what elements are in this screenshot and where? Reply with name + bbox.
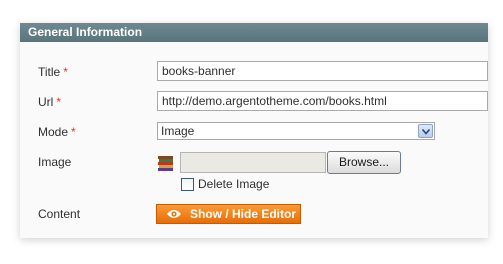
chevron-down-icon[interactable] — [418, 124, 433, 138]
panel-header: General Information — [20, 23, 488, 42]
delete-image-checkbox[interactable] — [181, 178, 194, 191]
mode-label-text: Mode — [38, 125, 69, 139]
mode-selected-value: Image — [161, 124, 195, 138]
title-input[interactable]: books-banner — [157, 61, 488, 81]
general-information-panel: General Information Title * books-banner … — [20, 23, 488, 238]
show-hide-editor-button[interactable]: Show / Hide Editor — [156, 204, 301, 224]
required-mark: * — [56, 95, 61, 109]
mode-select[interactable]: Image — [157, 122, 435, 140]
book-stack-icon — [158, 156, 173, 171]
required-mark: * — [63, 65, 68, 79]
title-label-text: Title — [38, 65, 61, 79]
content-label: Content — [38, 207, 81, 221]
image-label: Image — [38, 155, 72, 169]
url-input[interactable]: http://demo.argentotheme.com/books.html — [157, 91, 488, 111]
mode-label: Mode * — [38, 125, 76, 139]
required-mark: * — [71, 125, 76, 139]
title-label: Title * — [38, 65, 68, 79]
browse-button[interactable]: Browse... — [327, 151, 401, 174]
delete-image-label: Delete Image — [198, 177, 270, 191]
eye-icon — [167, 210, 181, 218]
editor-button-label: Show / Hide Editor — [190, 207, 297, 221]
url-label-text: Url — [38, 95, 54, 109]
image-file-input[interactable] — [180, 152, 326, 173]
url-label: Url * — [38, 95, 61, 109]
